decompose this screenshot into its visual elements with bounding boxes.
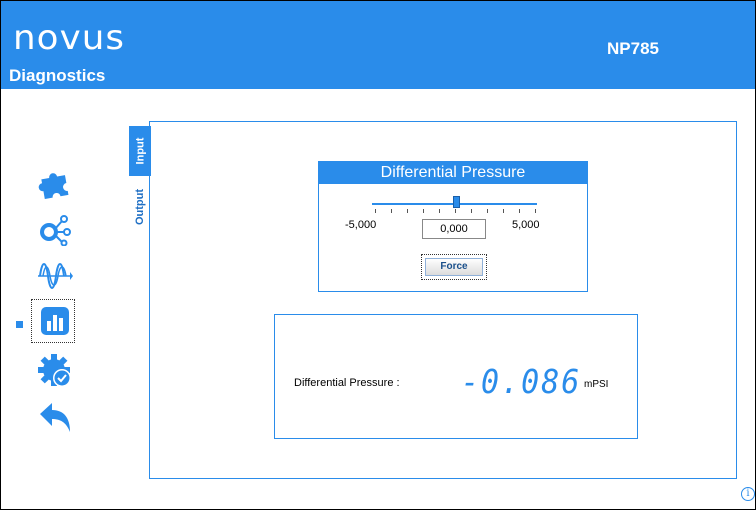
reading-label: Differential Pressure : [294,377,400,389]
slider-tick [471,209,472,213]
tab-input-label: Input [134,137,147,165]
header: novus Diagnostics NP785 [1,1,755,89]
slider-tick [487,209,488,213]
differential-pressure-panel: Differential Pressure -5,000 5,000 0,000… [318,161,588,292]
slider-tick [519,209,520,213]
slider-tick [455,209,456,213]
force-button-label: Force [425,258,483,276]
slider-min-label: -5,000 [345,219,377,231]
slider-max-label: 5,000 [512,219,540,231]
bar-chart-icon[interactable] [37,303,73,339]
puzzle-icon[interactable] [37,164,73,200]
novus-logo: novus [13,18,126,58]
signal-wave-icon[interactable] [37,257,73,293]
slider-tick [423,209,424,213]
tab-output[interactable]: Output [129,181,151,233]
reading-unit: mPSI [584,379,609,390]
pressure-reading-panel: Differential Pressure : -0.086 mPSI [274,314,638,439]
selected-indicator [16,321,23,328]
differential-pressure-title: Differential Pressure [319,162,587,184]
force-button[interactable]: Force [421,254,487,280]
pressure-slider-thumb[interactable] [453,196,460,208]
network-nodes-icon[interactable] [37,211,73,247]
slider-tick [375,209,376,213]
pressure-value-input[interactable]: 0,000 [422,219,486,239]
gear-check-icon[interactable] [37,353,73,389]
tab-output-label: Output [134,188,147,226]
app-window: novus Diagnostics NP785 Input Output Dif… [0,0,756,510]
back-arrow-icon[interactable] [37,399,73,435]
info-icon[interactable]: i [741,487,755,501]
slider-tick [391,209,392,213]
device-model: NP785 [607,39,659,58]
slider-tick [503,209,504,213]
reading-value: -0.086 [461,363,582,402]
slider-tick [407,209,408,213]
slider-tick [439,209,440,213]
tab-input[interactable]: Input [129,126,151,176]
slider-tick [535,209,536,213]
page-title: Diagnostics [9,66,106,85]
